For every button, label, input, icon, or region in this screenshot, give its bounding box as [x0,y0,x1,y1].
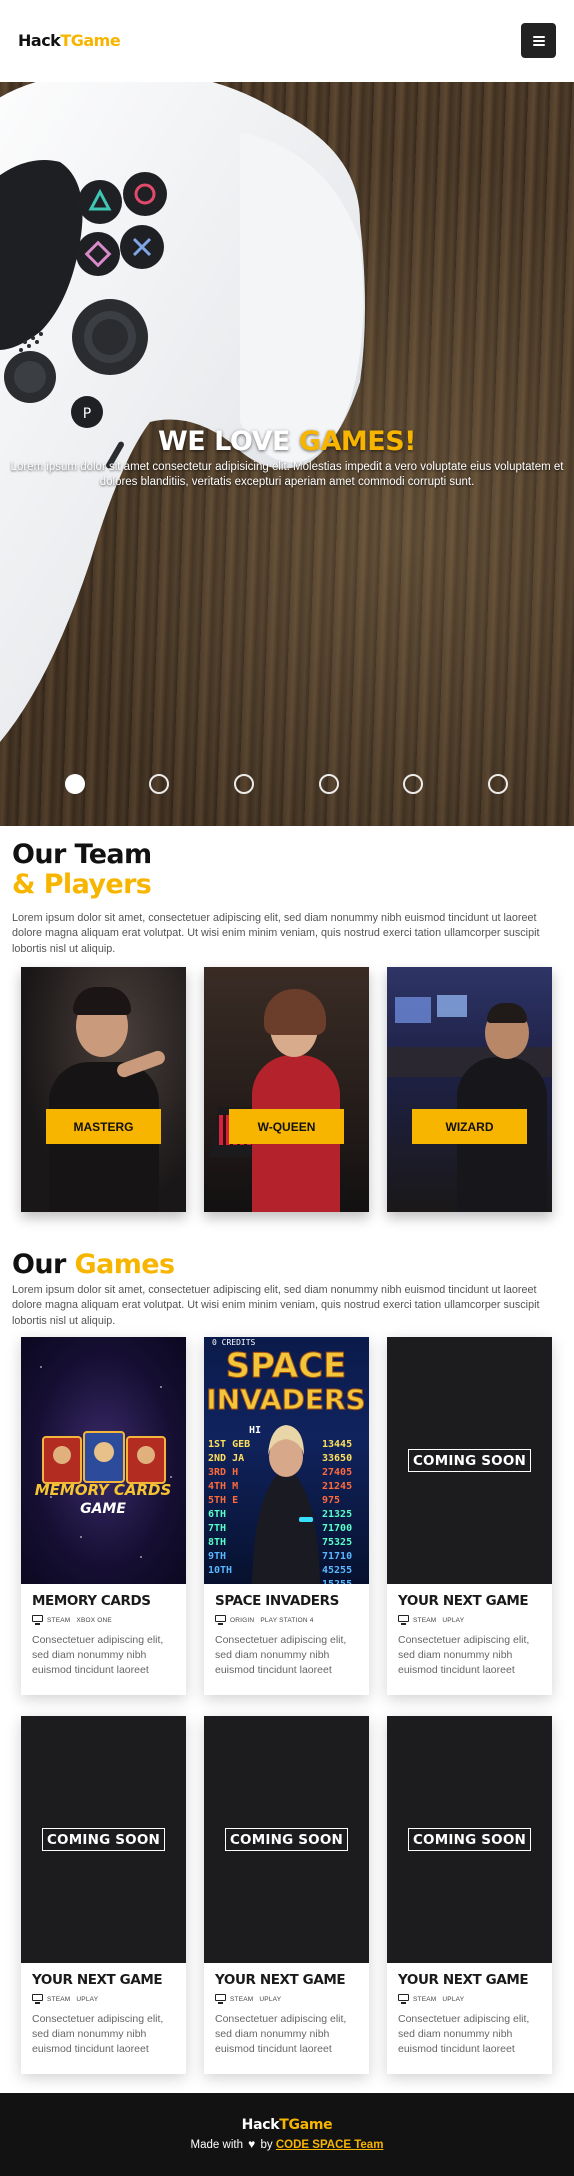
svg-text:27405: 27405 [322,1467,352,1478]
svg-text:15255: 15255 [322,1579,352,1584]
svg-text:SPACE: SPACE [226,1346,347,1386]
game-thumbnail: COMING SOON [21,1716,186,1963]
game-description: Consectetuer adipiscing elit, sed diam n… [398,2013,530,2055]
player-card-masterg[interactable]: MASTERG [21,967,186,1212]
logo-main: Hack [18,31,61,50]
hero-title: WE LOVE GAMES! [158,426,416,457]
game-card-next-2[interactable]: COMING SOON YOUR NEXT GAME STEAM UPLAY Co… [21,1716,186,2074]
svg-text:8TH: 8TH [208,1537,226,1548]
svg-text:75325: 75325 [322,1537,352,1548]
svg-text:13445: 13445 [322,1439,352,1450]
monitor-icon [215,1994,226,2004]
coming-soon-label: COMING SOON [408,1828,531,1851]
slider-dots [0,774,574,796]
site-header: HackTGame [0,0,574,82]
footer-credit: Made with ♥ by CODE SPACE Team [190,2137,384,2151]
hero-text: Lorem ipsum dolor sit amet consectetur a… [10,461,564,488]
game-description: Consectetuer adipiscing elit, sed diam n… [215,1634,347,1676]
player-card-wizard[interactable]: WIZARD [387,967,552,1212]
monitor-icon [398,1615,409,1625]
slider-dot-5[interactable] [403,774,423,794]
site-logo[interactable]: HackTGame [18,31,121,50]
slider-dot-3[interactable] [234,774,254,794]
game-title: YOUR NEXT GAME [215,1972,346,1988]
coming-soon-label: COMING SOON [408,1449,531,1472]
game-thumbnail: 0 CREDITS SPACE INVADERS HI 1ST GEB 2ND … [204,1337,369,1584]
footer-logo: HackTGame [241,2117,333,2133]
game-platforms: STEAM XBOX ONE [32,1614,112,1626]
menu-button[interactable] [521,23,556,58]
svg-text:5TH E: 5TH E [208,1495,238,1506]
svg-text:GAME: GAME [80,1501,126,1517]
svg-text:71700: 71700 [322,1523,352,1534]
game-card-next-4[interactable]: COMING SOON YOUR NEXT GAME STEAM UPLAY Co… [387,1716,552,2074]
game-title: YOUR NEXT GAME [398,1972,529,1988]
svg-text:INVADERS: INVADERS [206,1383,365,1416]
game-description: Consectetuer adipiscing elit, sed diam n… [32,1634,164,1676]
games-title: Our Games [12,1249,175,1280]
game-platforms: STEAM UPLAY [215,1993,281,2005]
monitor-icon [398,1994,409,2004]
game-title: YOUR NEXT GAME [398,1593,529,1609]
slider-dot-4[interactable] [319,774,339,794]
slider-dot-2[interactable] [149,774,169,794]
svg-text:7TH: 7TH [208,1523,226,1534]
game-platforms: STEAM UPLAY [32,1993,98,2005]
heart-icon: ♥ [248,2137,256,2151]
monitor-icon [32,1615,43,1625]
site-footer: HackTGame Made with ♥ by CODE SPACE Team [0,2093,574,2176]
svg-text:MEMORY CARDS: MEMORY CARDS [35,1481,172,1499]
game-thumbnail: COMING SOON [204,1716,369,1963]
svg-text:71710: 71710 [322,1551,352,1562]
game-description: Consectetuer adipiscing elit, sed diam n… [398,1634,530,1676]
footer-team-link[interactable]: CODE SPACE Team [276,2139,384,2151]
svg-text:45255: 45255 [322,1565,352,1576]
monitor-icon [32,1994,43,2004]
game-card-next-3[interactable]: COMING SOON YOUR NEXT GAME STEAM UPLAY Co… [204,1716,369,2074]
svg-text:21245: 21245 [322,1481,352,1492]
svg-text:21325: 21325 [322,1509,352,1520]
game-card-next-1[interactable]: COMING SOON YOUR NEXT GAME STEAM UPLAY Co… [387,1337,552,1695]
game-description: Consectetuer adipiscing elit, sed diam n… [32,2013,164,2055]
bars-icon [532,35,545,46]
coming-soon-label: COMING SOON [42,1828,165,1851]
game-platforms: STEAM UPLAY [398,1614,464,1626]
team-title: Our Team & Players [12,839,152,900]
svg-text:975: 975 [322,1495,340,1506]
team-description: Lorem ipsum dolor sit amet, consectetuer… [12,912,540,955]
svg-text:P: P [83,406,91,422]
player-name: MASTERG [46,1109,161,1144]
game-thumbnail: COMING SOON [387,1337,552,1584]
game-card-space-invaders[interactable]: 0 CREDITS SPACE INVADERS HI 1ST GEB 2ND … [204,1337,369,1695]
svg-text:2ND JA: 2ND JA [208,1453,244,1464]
slider-dot-6[interactable] [488,774,508,794]
game-thumbnail: COMING SOON [387,1716,552,1963]
svg-text:HI: HI [249,1425,261,1436]
game-platforms: STEAM UPLAY [398,1993,464,2005]
svg-text:33650: 33650 [322,1453,352,1464]
game-title: SPACE INVADERS [215,1593,339,1609]
svg-text:1ST GEB: 1ST GEB [208,1439,250,1450]
monitor-icon [215,1615,226,1625]
game-thumbnail: MEMORY CARDS GAME [21,1337,186,1584]
player-name: WIZARD [412,1109,527,1144]
player-card-w-queen[interactable]: W-QUEEN [204,967,369,1212]
game-platforms: ORIGIN PLAY STATION 4 [215,1614,314,1626]
logo-accent: TGame [60,31,121,50]
game-title: MEMORY CARDS [32,1593,151,1609]
slider-dot-1[interactable] [65,774,85,794]
player-name: W-QUEEN [229,1109,344,1144]
game-title: YOUR NEXT GAME [32,1972,163,1988]
svg-text:9TH: 9TH [208,1551,226,1562]
svg-text:4TH M: 4TH M [208,1481,238,1492]
game-card-memory-cards[interactable]: MEMORY CARDS GAME MEMORY CARDS STEAM XBOX… [21,1337,186,1695]
hero-slider: P WE LOVE GAMES! Lorem ipsum dolor sit a… [0,82,574,826]
game-description: Consectetuer adipiscing elit, sed diam n… [215,2013,347,2055]
svg-text:10TH: 10TH [208,1565,232,1576]
games-description: Lorem ipsum dolor sit amet, consectetuer… [12,1284,540,1327]
svg-text:3RD H: 3RD H [208,1467,238,1478]
coming-soon-label: COMING SOON [225,1828,348,1851]
svg-text:6TH: 6TH [208,1509,226,1520]
